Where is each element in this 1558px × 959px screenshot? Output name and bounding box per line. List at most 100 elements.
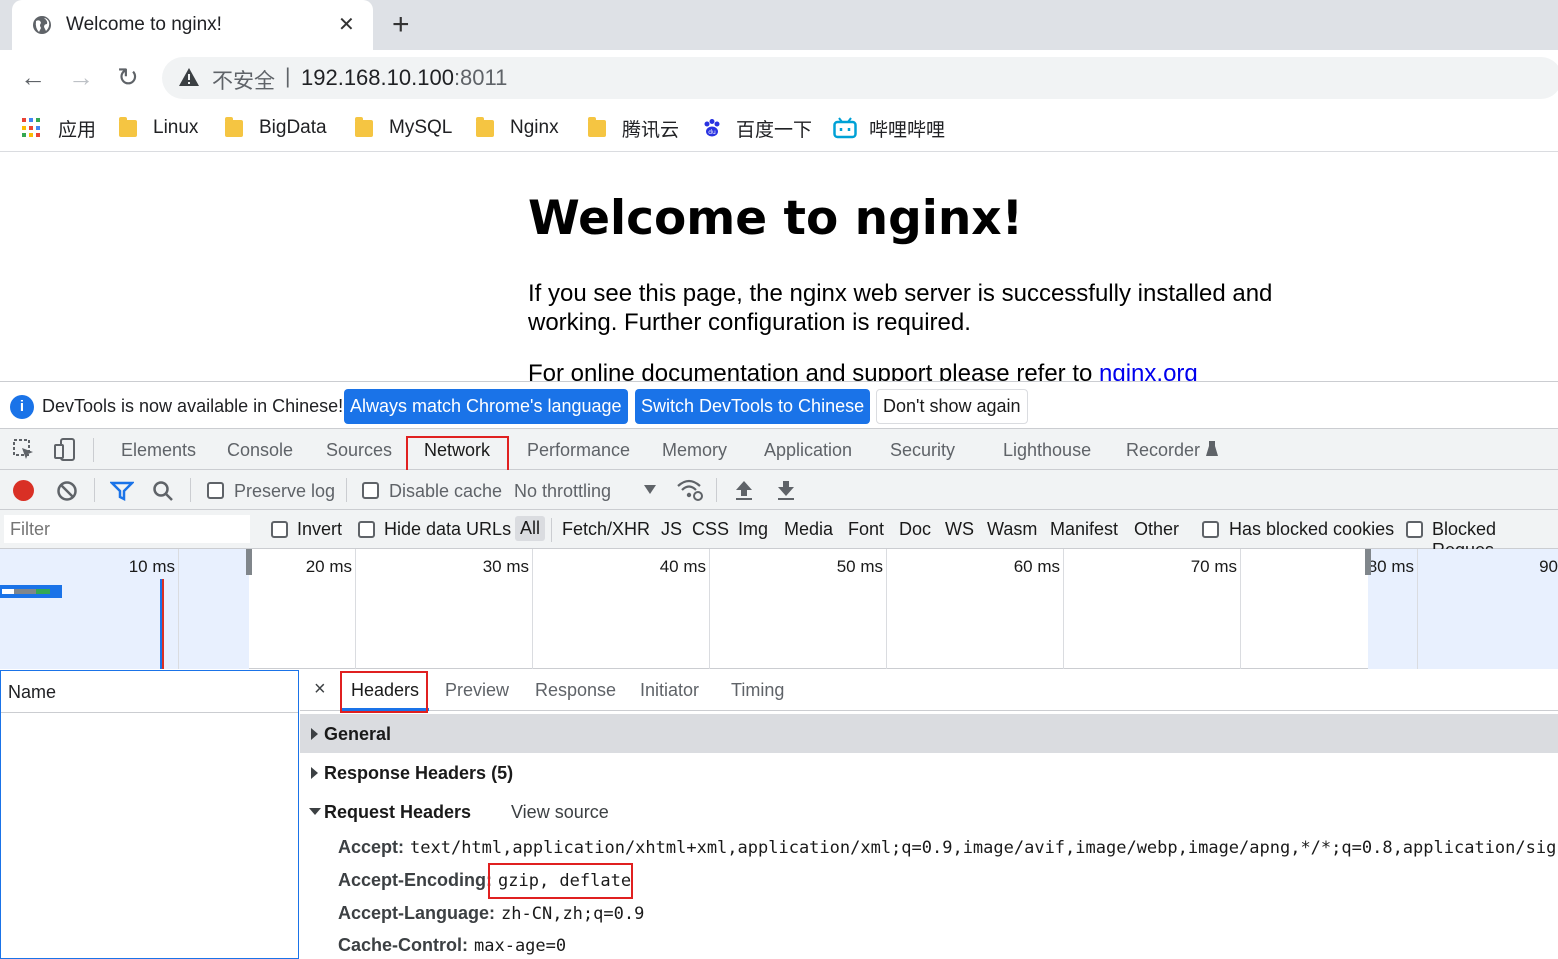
toolbar-divider: [94, 478, 95, 502]
record-icon[interactable]: [13, 480, 34, 501]
tab-lighthouse[interactable]: Lighthouse: [1003, 440, 1091, 461]
security-label: 不安全: [212, 70, 275, 93]
has-blocked-cookies-checkbox[interactable]: [1202, 521, 1219, 538]
tab-timing[interactable]: Timing: [731, 680, 784, 701]
tab-initiator[interactable]: Initiator: [640, 680, 699, 701]
filter-type-wasm[interactable]: Wasm: [987, 519, 1037, 540]
back-button[interactable]: ←: [20, 62, 46, 93]
filter-divider: [551, 518, 552, 542]
filter-type-js[interactable]: JS: [661, 519, 682, 540]
dont-show-again-button[interactable]: Don't show again: [876, 389, 1028, 424]
filter-type-font[interactable]: Font: [848, 519, 884, 540]
filter-icon[interactable]: [110, 481, 134, 501]
tab-response[interactable]: Response: [535, 680, 616, 701]
bookmark-apps[interactable]: 应用: [22, 116, 96, 141]
filter-type-doc[interactable]: Doc: [899, 519, 931, 540]
filter-type-all[interactable]: All: [515, 516, 546, 541]
bookmark-label: 哔哩哔哩: [869, 119, 946, 141]
filter-type-manifest[interactable]: Manifest: [1050, 519, 1118, 540]
banner-message: DevTools is now available in Chinese!: [42, 396, 344, 416]
bookmark-tencent-cloud[interactable]: 腾讯云: [588, 116, 679, 141]
overview-gridline: [1417, 549, 1418, 669]
overview-right-handle[interactable]: [1365, 549, 1371, 575]
name-column-header[interactable]: Name: [1, 671, 298, 713]
url-host: 192.168.10.100: [301, 65, 454, 90]
overview-gridline: [178, 549, 179, 669]
filter-type-fetch-xhr[interactable]: Fetch/XHR: [562, 519, 650, 540]
clear-icon[interactable]: [56, 480, 78, 502]
tab-elements[interactable]: Elements: [121, 440, 196, 461]
filter-type-ws[interactable]: WS: [945, 519, 974, 540]
tab-memory[interactable]: Memory: [662, 440, 727, 461]
header-row-cache-control: Cache-Control: max-age=0: [338, 935, 566, 956]
overview-tick: 80 ms: [1367, 557, 1414, 576]
hide-data-urls-label: Hide data URLs: [384, 519, 512, 539]
chevron-down-icon[interactable]: [644, 485, 656, 495]
filter-type-other[interactable]: Other: [1134, 519, 1179, 540]
header-key: Cache-Control:: [338, 935, 468, 955]
search-icon[interactable]: [152, 480, 174, 502]
filter-type-img[interactable]: Img: [738, 519, 768, 540]
section-response-headers[interactable]: Response Headers (5): [300, 753, 1558, 792]
preserve-log-checkbox[interactable]: [207, 482, 224, 499]
network-overview[interactable]: 10 ms 20 ms 30 ms 40 ms 50 ms 60 ms 70 m…: [0, 549, 1558, 669]
blocked-requests-checkbox[interactable]: [1406, 521, 1423, 538]
bookmark-bigdata[interactable]: BigData: [225, 116, 327, 140]
tab-title: Welcome to nginx!: [66, 14, 222, 35]
request-list[interactable]: Name: [0, 670, 299, 959]
import-har-icon[interactable]: [734, 479, 754, 501]
filter-input[interactable]: [4, 515, 250, 543]
folder-icon: [225, 116, 243, 137]
info-icon: i: [10, 395, 34, 419]
tab-recorder[interactable]: Recorder: [1126, 440, 1200, 461]
tab-performance[interactable]: Performance: [527, 440, 630, 461]
switch-to-chinese-button[interactable]: Switch DevTools to Chinese: [635, 389, 871, 424]
disable-cache-checkbox[interactable]: [362, 482, 379, 499]
tab-close-icon[interactable]: ✕: [338, 12, 355, 37]
network-conditions-icon[interactable]: [676, 478, 704, 502]
section-general[interactable]: General: [300, 714, 1558, 753]
section-request-headers[interactable]: Request Headers View source: [300, 792, 1558, 831]
invert-checkbox[interactable]: [271, 521, 288, 538]
request-bar: [0, 585, 62, 598]
always-match-language-button[interactable]: Always match Chrome's language: [344, 389, 628, 424]
tab-sources[interactable]: Sources: [326, 440, 392, 461]
bookmark-baidu[interactable]: du 百度一下: [702, 116, 812, 141]
bookmark-nginx[interactable]: Nginx: [476, 116, 559, 140]
hide-data-urls-checkbox[interactable]: [358, 521, 375, 538]
tab-preview[interactable]: Preview: [445, 680, 509, 701]
overview-gridline: [355, 549, 356, 669]
tab-application[interactable]: Application: [764, 440, 852, 461]
forward-button[interactable]: →: [68, 62, 94, 93]
highlight-accept-encoding-value: [488, 863, 633, 899]
overview-tick: 10 ms: [128, 557, 175, 576]
header-value: text/html,application/xhtml+xml,applicat…: [410, 838, 1558, 858]
filter-type-css[interactable]: CSS: [692, 519, 729, 540]
overview-left-handle[interactable]: [246, 549, 252, 575]
inspect-element-icon[interactable]: [13, 439, 35, 461]
collapse-arrow-icon: [309, 808, 321, 815]
device-toolbar-icon[interactable]: [54, 438, 76, 462]
tab-security[interactable]: Security: [890, 440, 955, 461]
bookmark-label: Linux: [153, 117, 199, 138]
bookmark-mysql[interactable]: MySQL: [355, 116, 452, 140]
view-source-link[interactable]: View source: [511, 802, 609, 823]
nginx-org-link[interactable]: nginx.org: [1099, 360, 1198, 381]
throttling-select[interactable]: No throttling: [514, 481, 611, 502]
warning-icon[interactable]: [178, 67, 200, 87]
filter-type-media[interactable]: Media: [784, 519, 833, 540]
header-row-accept-language: Accept-Language: zh-CN,zh;q=0.9: [338, 903, 644, 924]
header-key: Accept-Encoding:: [338, 870, 493, 890]
reload-button[interactable]: ↻: [117, 62, 139, 93]
address-bar[interactable]: 不安全 | 192.168.10.100:8011: [162, 57, 1558, 99]
export-har-icon[interactable]: [776, 479, 796, 501]
browser-tab[interactable]: Welcome to nginx! ✕: [12, 0, 373, 50]
close-details-icon[interactable]: ×: [314, 678, 326, 701]
overview-gridline: [709, 549, 710, 669]
bookmark-linux[interactable]: Linux: [119, 116, 198, 140]
apps-grid-icon: [22, 118, 42, 138]
bookmark-bilibili[interactable]: 哔哩哔哩: [833, 116, 946, 141]
tab-console[interactable]: Console: [227, 440, 293, 461]
toolbar-divider: [190, 478, 191, 502]
new-tab-button[interactable]: +: [392, 8, 410, 42]
